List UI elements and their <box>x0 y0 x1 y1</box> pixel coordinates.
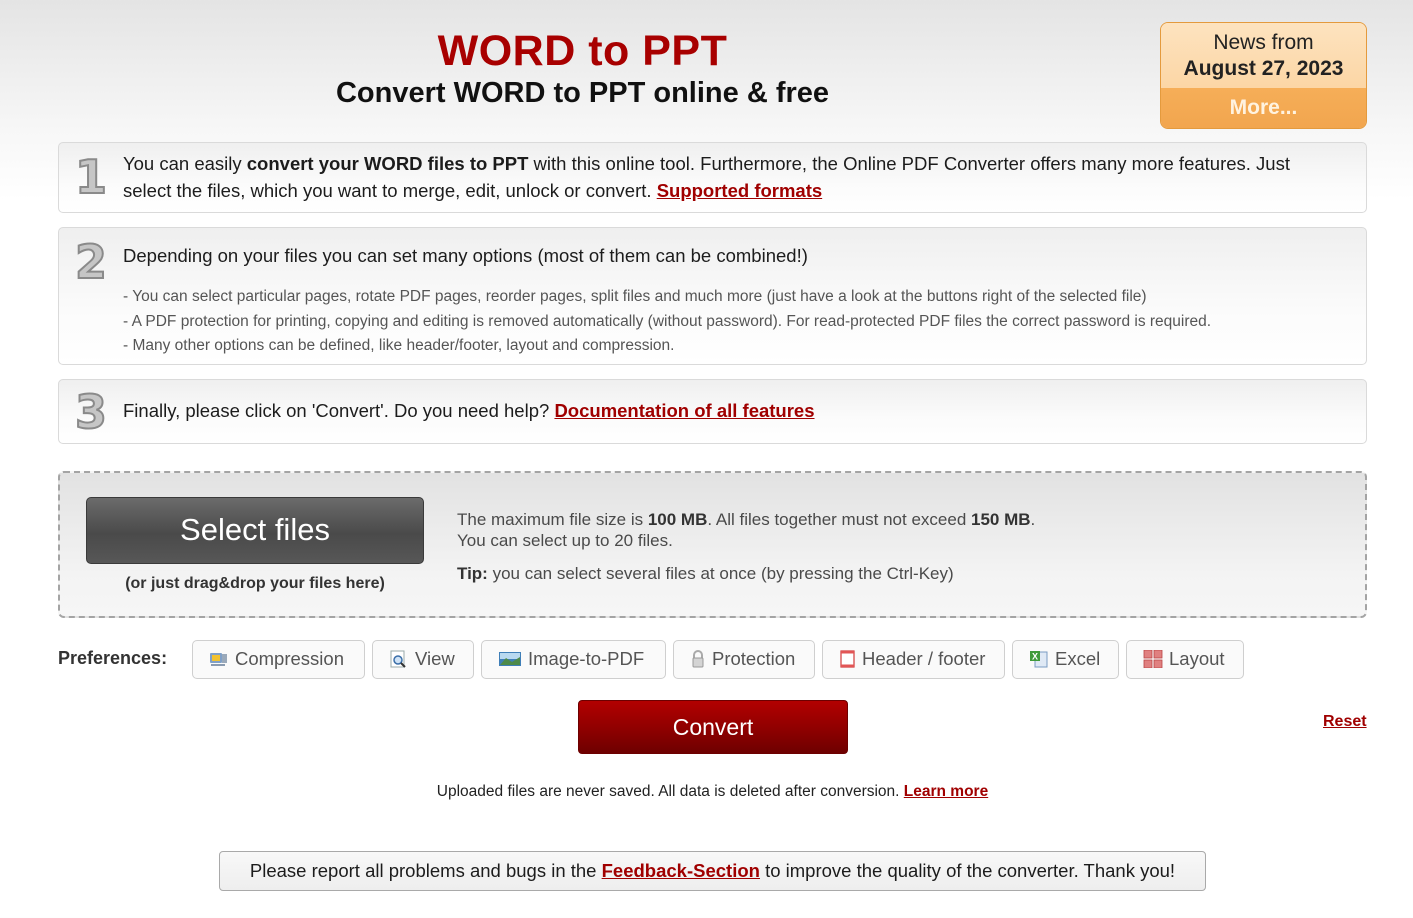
step-3-text: Finally, please click on 'Convert'. Do y… <box>123 397 815 424</box>
step-number-1-icon: 1 <box>74 150 108 204</box>
step-number-3-icon: 3 <box>74 385 108 439</box>
step-1-text: You can easily convert your WORD files t… <box>123 150 1326 204</box>
step-2-text: Depending on your files you can set many… <box>123 245 808 266</box>
step-1-text-bold: convert your WORD files to PPT <box>246 153 529 174</box>
max-size-prefix: The maximum file size is <box>457 510 648 529</box>
total-size-suffix: . <box>1030 510 1036 529</box>
pref-view-label: View <box>415 648 455 669</box>
step-2-box: 2 Depending on your files you can set ma… <box>58 227 1367 365</box>
lock-icon <box>690 644 706 668</box>
max-file-size: 100 MB <box>647 510 708 529</box>
max-total-size: 150 MB <box>971 510 1031 529</box>
feedback-text-before: Please report all problems and bugs in t… <box>249 860 602 881</box>
pref-excel-button[interactable]: X Excel <box>1012 640 1119 679</box>
pref-excel-label: Excel <box>1055 648 1101 669</box>
step-1-box: 1 You can easily convert your WORD files… <box>58 142 1367 213</box>
image-icon <box>498 644 522 666</box>
layout-grid-icon <box>1143 644 1163 669</box>
tip-label: Tip: <box>457 564 488 583</box>
pref-compression-button[interactable]: Compression <box>192 640 365 679</box>
news-box[interactable]: News from August 27, 2023 More... <box>1160 22 1367 129</box>
step-number-2-icon: 2 <box>74 235 108 289</box>
pref-layout-label: Layout <box>1169 648 1225 669</box>
feedback-banner: Please report all problems and bugs in t… <box>219 851 1206 891</box>
view-magnifier-icon <box>389 644 409 668</box>
news-header: News from August 27, 2023 <box>1161 23 1366 88</box>
privacy-text: Uploaded files are never saved. All data… <box>436 783 904 800</box>
preferences-label: Preferences: <box>58 648 168 668</box>
step-3-box: 3 Finally, please click on 'Convert'. Do… <box>58 379 1367 444</box>
step-1-text-before: You can easily <box>123 153 247 174</box>
excel-icon: X <box>1029 644 1049 668</box>
pref-header-footer-button[interactable]: Header / footer <box>822 640 1005 679</box>
news-from-label: News from <box>1213 31 1314 54</box>
tip-text: you can select several files at once (by… <box>487 564 954 583</box>
feedback-text-after: to improve the quality of the converter.… <box>759 860 1176 881</box>
max-files-info: You can select up to 20 files. <box>457 531 673 550</box>
svg-text:X: X <box>1032 652 1038 662</box>
privacy-notice: Uploaded files are never saved. All data… <box>0 783 1413 801</box>
page-header: WORD to PPT Convert WORD to PPT online &… <box>300 26 865 110</box>
file-drop-zone[interactable]: Select files (or just drag&drop your fil… <box>58 471 1367 618</box>
news-more-button[interactable]: More... <box>1161 88 1366 128</box>
header-footer-icon <box>839 644 856 668</box>
pref-layout-button[interactable]: Layout <box>1126 640 1244 679</box>
pref-compression-label: Compression <box>235 648 344 669</box>
news-date: August 27, 2023 <box>1183 57 1344 80</box>
file-limits-info: The maximum file size is 100 MB. All fil… <box>457 509 1035 551</box>
convert-button[interactable]: Convert <box>578 700 848 754</box>
step-3-text-main: Finally, please click on 'Convert'. Do y… <box>123 400 555 421</box>
pref-image-to-pdf-label: Image-to-PDF <box>528 648 645 669</box>
page-subtitle: Convert WORD to PPT online & free <box>335 77 830 109</box>
upload-tip: Tip: you can select several files at onc… <box>457 564 954 584</box>
pref-header-footer-label: Header / footer <box>862 648 986 669</box>
list-item: - A PDF protection for printing, copying… <box>123 312 1212 330</box>
reset-link[interactable]: Reset <box>1323 713 1367 731</box>
drag-drop-hint: (or just drag&drop your files here) <box>125 575 385 592</box>
pref-image-to-pdf-button[interactable]: Image-to-PDF <box>481 640 666 679</box>
select-files-button[interactable]: Select files <box>86 497 424 564</box>
pref-protection-button[interactable]: Protection <box>673 640 815 679</box>
documentation-link[interactable]: Documentation of all features <box>554 400 814 421</box>
compression-icon <box>209 644 229 666</box>
pref-protection-label: Protection <box>712 648 796 669</box>
list-item: - You can select particular pages, rotat… <box>123 288 1147 305</box>
pref-view-button[interactable]: View <box>372 640 474 679</box>
feedback-section-link[interactable]: Feedback-Section <box>602 860 760 881</box>
page-title: WORD to PPT <box>437 27 728 75</box>
list-item: - Many other options can be defined, lik… <box>123 337 675 354</box>
learn-more-link[interactable]: Learn more <box>904 783 988 800</box>
total-size-prefix: . All files together must not exceed <box>707 510 972 529</box>
step-2-options-list: - You can select particular pages, rotat… <box>123 285 1211 359</box>
supported-formats-link[interactable]: Supported formats <box>657 180 822 201</box>
